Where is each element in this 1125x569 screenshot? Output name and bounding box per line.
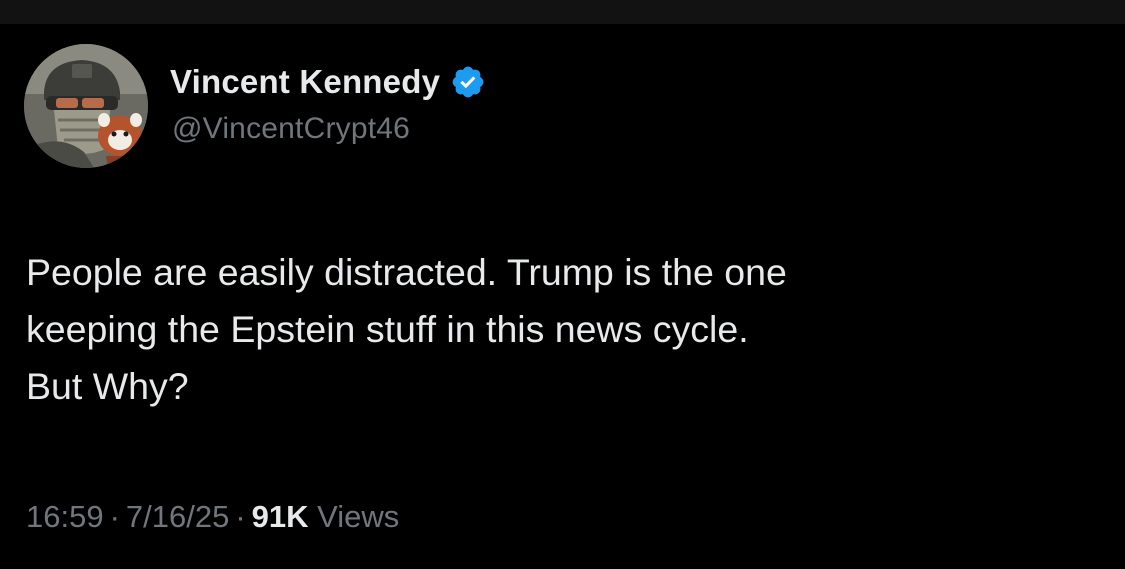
- avatar[interactable]: [24, 44, 148, 168]
- tweet-text: People are easily distracted. Trump is t…: [26, 244, 1086, 415]
- author-handle[interactable]: @VincentCrypt46: [172, 112, 410, 146]
- views-label[interactable]: Views: [317, 499, 399, 534]
- tweet-meta: 16:59 · 7/16/25 · 91K Views: [26, 499, 399, 535]
- tweet-card: Vincent Kennedy @VincentCrypt46 People a…: [0, 24, 1125, 569]
- tweet-text-line: People are easily distracted. Trump is t…: [26, 251, 787, 293]
- avatar-image: [24, 44, 148, 168]
- author-name-row[interactable]: Vincent Kennedy: [170, 60, 486, 104]
- verified-badge-icon: [450, 64, 486, 100]
- meta-separator: ·: [235, 499, 246, 534]
- author-display-name[interactable]: Vincent Kennedy: [170, 63, 440, 101]
- tweet-date[interactable]: 7/16/25: [126, 499, 229, 534]
- tweet-text-line: keeping the Epstein stuff in this news c…: [26, 308, 749, 350]
- views-count[interactable]: 91K: [252, 499, 309, 534]
- tweet-time[interactable]: 16:59: [26, 499, 104, 534]
- tweet-text-line: But Why?: [26, 365, 189, 407]
- meta-separator: ·: [109, 499, 120, 534]
- top-status-strip: [0, 0, 1125, 24]
